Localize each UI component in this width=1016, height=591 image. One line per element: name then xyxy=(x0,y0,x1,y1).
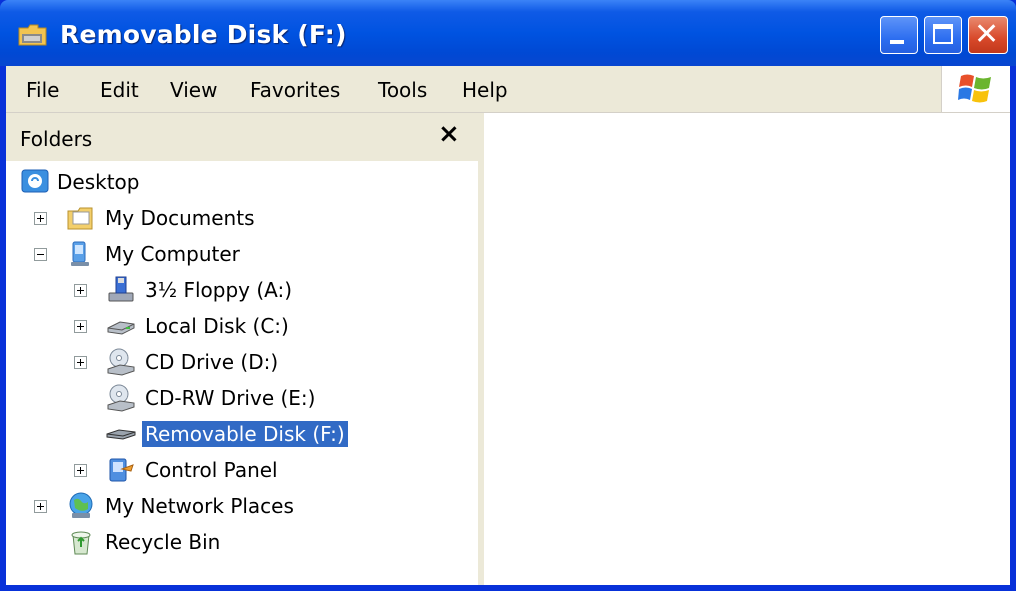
expand-icon[interactable] xyxy=(34,212,47,225)
folders-pane-header: Folders × xyxy=(6,113,478,163)
folder-icon xyxy=(18,24,47,46)
tree-label: CD Drive (D:) xyxy=(145,350,279,374)
menu-view[interactable]: View xyxy=(170,78,217,102)
menu-favorites[interactable]: Favorites xyxy=(250,78,340,102)
tree-label-selected: Removable Disk (F:) xyxy=(142,421,348,447)
tree-label: My Computer xyxy=(105,242,240,266)
removable-disk-icon xyxy=(106,429,136,440)
tree-label: 3½ Floppy (A:) xyxy=(145,278,293,302)
folders-pane: Folders × Desktop My Documents My Comput… xyxy=(6,113,484,585)
windows-logo xyxy=(941,66,1010,112)
tree-label: Local Disk (C:) xyxy=(145,314,289,338)
menu-bar: File Edit View Favorites Tools Help xyxy=(6,66,1010,113)
window-title: Removable Disk (F:) xyxy=(60,20,347,49)
minimize-button[interactable] xyxy=(880,16,918,54)
title-bar[interactable]: Removable Disk (F:) ✕ xyxy=(0,0,1016,66)
expand-icon[interactable] xyxy=(34,500,47,513)
tree-label: Recycle Bin xyxy=(105,530,221,554)
explorer-window: Removable Disk (F:) ✕ File Edit View Fav… xyxy=(0,0,1016,591)
folders-pane-title: Folders xyxy=(20,127,93,151)
menu-tools[interactable]: Tools xyxy=(378,78,427,102)
collapse-icon[interactable] xyxy=(34,248,47,261)
desktop-icon xyxy=(21,169,49,193)
tree-label: Desktop xyxy=(57,170,140,194)
client-area: File Edit View Favorites Tools Help Fold… xyxy=(6,66,1010,585)
menu-help[interactable]: Help xyxy=(462,78,508,102)
hard-disk-icon xyxy=(107,321,135,335)
expand-icon[interactable] xyxy=(74,284,87,297)
expand-icon[interactable] xyxy=(74,464,87,477)
menu-edit[interactable]: Edit xyxy=(100,78,139,102)
close-icon: ✕ xyxy=(974,17,1000,52)
my-computer-icon xyxy=(71,241,89,266)
windows-flag-icon xyxy=(958,74,991,103)
my-documents-icon xyxy=(67,207,93,230)
folder-tree: Desktop My Documents My Computer 3½ Flop… xyxy=(6,163,478,585)
expand-icon[interactable] xyxy=(74,320,87,333)
control-panel-icon xyxy=(109,458,134,482)
minimize-icon xyxy=(890,40,904,44)
tree-label: CD-RW Drive (E:) xyxy=(145,386,316,410)
recycle-bin-icon xyxy=(71,531,91,555)
tree-label: My Network Places xyxy=(105,494,294,518)
cd-drive-icon xyxy=(107,348,135,376)
tree-label: My Documents xyxy=(105,206,255,230)
expand-icon[interactable] xyxy=(74,356,87,369)
close-button[interactable]: ✕ xyxy=(968,16,1008,54)
maximize-icon xyxy=(933,24,953,44)
network-places-icon xyxy=(69,492,93,518)
tree-label: Control Panel xyxy=(145,458,278,482)
close-pane-icon[interactable]: × xyxy=(438,119,460,149)
floppy-drive-icon xyxy=(108,276,134,302)
cd-rw-drive-icon xyxy=(107,384,135,412)
file-list-pane[interactable] xyxy=(484,113,1010,585)
menu-file[interactable]: File xyxy=(26,78,59,102)
maximize-button[interactable] xyxy=(924,16,962,54)
